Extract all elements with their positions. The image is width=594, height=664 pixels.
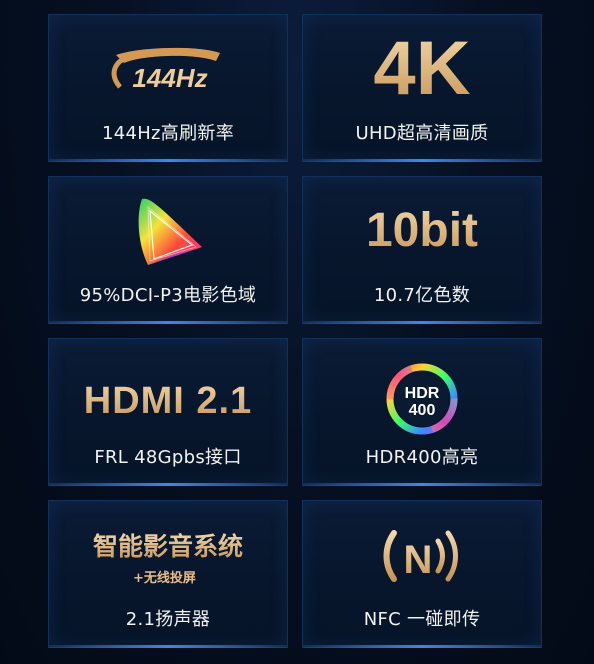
svg-text:HDR: HDR xyxy=(405,385,440,402)
smart-audio-badge: 智能影音系统 xyxy=(49,531,287,563)
144hz-text: 144Hz xyxy=(132,63,207,93)
4k-badge: 4K xyxy=(303,29,541,109)
nfc-caption: NFC 一碰即传 xyxy=(363,609,481,630)
feature-card-refresh-rate: 144Hz 144Hz高刷新率 xyxy=(48,14,288,162)
144hz-badge: 144Hz xyxy=(49,43,287,103)
10bit-badge: 10bit xyxy=(303,203,541,259)
feature-card-bit-depth: 10bit 10.7亿色数 xyxy=(302,176,542,324)
hdr400-badge-icon: HDR 400 xyxy=(303,361,541,437)
nfc-icon: N xyxy=(303,521,541,591)
svg-text:400: 400 xyxy=(409,402,436,419)
hdr-caption: HDR400高亮 xyxy=(365,447,479,468)
bit-depth-caption: 10.7亿色数 xyxy=(373,285,471,306)
wireless-cast-badge: +无线投屏 xyxy=(133,571,196,586)
resolution-caption: UHD超高清画质 xyxy=(355,123,489,144)
hdmi-caption: FRL 48Gpbs接口 xyxy=(94,447,242,468)
color-gamut-caption: 95%DCI-P3电影色域 xyxy=(79,285,257,306)
nfc-letter: N xyxy=(404,538,433,582)
feature-card-hdmi: HDMI 2.1 FRL 48Gpbs接口 xyxy=(48,338,288,486)
feature-card-smart-audio: 智能影音系统 +无线投屏 2.1扬声器 xyxy=(48,500,288,648)
feature-card-nfc: N NFC 一碰即传 xyxy=(302,500,542,648)
feature-card-hdr: HDR 400 HDR400高亮 xyxy=(302,338,542,486)
color-gamut-icon xyxy=(49,195,287,269)
hdmi-badge: HDMI 2.1 xyxy=(49,379,287,423)
feature-card-color-gamut: 95%DCI-P3电影色域 xyxy=(48,176,288,324)
feature-card-resolution: 4K UHD超高清画质 xyxy=(302,14,542,162)
refresh-rate-caption: 144Hz高刷新率 xyxy=(101,123,235,144)
speaker-caption: 2.1扬声器 xyxy=(125,609,211,630)
